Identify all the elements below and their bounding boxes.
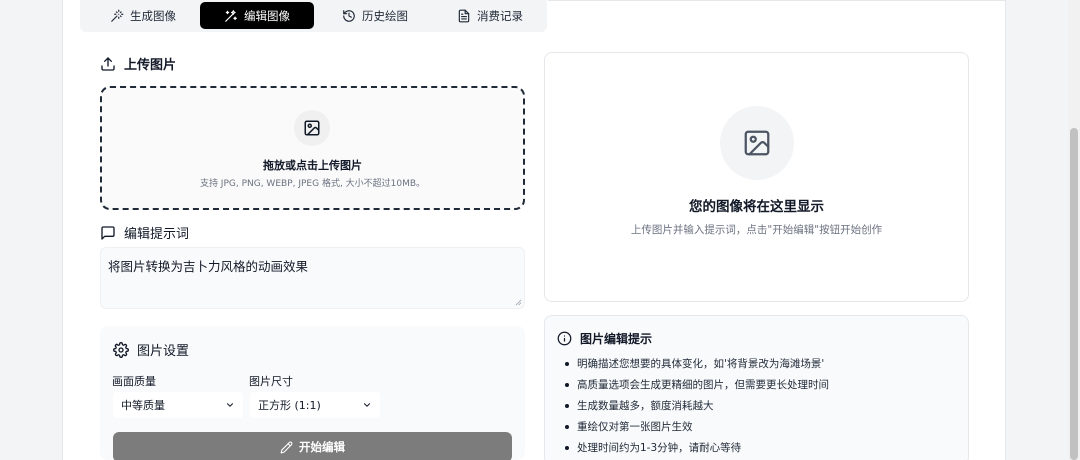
size-value: 正方形 (1:1): [258, 399, 321, 412]
bullet-icon: [565, 425, 569, 429]
tip-text: 高质量选项会生成更精细的图片，但需要更长处理时间: [577, 379, 829, 391]
chevron-down-icon: [363, 403, 371, 407]
prompt-textarea[interactable]: 将图片转换为吉卜力风格的动画效果: [100, 247, 525, 309]
bullet-icon: [565, 446, 569, 450]
bullet-icon: [565, 404, 569, 408]
dropzone-title: 拖放或点击上传图片: [263, 159, 362, 172]
upload-icon: [101, 56, 115, 71]
quality-select[interactable]: 中等质量: [113, 392, 243, 418]
result-preview-panel: 您的图像将在这里显示 上传图片并输入提示词，点击"开始编辑"按钮开始创作: [544, 52, 969, 302]
history-icon: [343, 9, 355, 22]
tab-label: 编辑图像: [244, 8, 290, 23]
bullet-icon: [565, 383, 569, 387]
top-divider: [548, 0, 1006, 1]
tab-consumption-records[interactable]: 消费记录: [435, 2, 545, 29]
pencil-icon: [280, 441, 293, 453]
info-icon: [557, 331, 572, 346]
settings-heading-text: 图片设置: [137, 344, 190, 359]
image-settings-panel: 图片设置 画面质量 中等质量 图片尺寸 正方形 (1:1) 开始编辑: [100, 326, 525, 460]
tips-heading-text: 图片编辑提示: [580, 332, 653, 346]
tab-label: 生成图像: [130, 8, 176, 23]
page-scrollbar[interactable]: [1068, 0, 1080, 460]
quality-label: 画面质量: [112, 375, 156, 388]
tip-text: 处理时间约为1-3分钟，请耐心等待: [577, 442, 742, 454]
chevron-down-icon: [226, 403, 234, 407]
tab-edit-image[interactable]: 编辑图像: [200, 2, 314, 29]
tips-list: 明确描述您想要的具体变化，如'将背景改为海滩场景' 高质量选项会生成更精细的图片…: [565, 357, 829, 460]
edit-tips-panel: 图片编辑提示 明确描述您想要的具体变化，如'将背景改为海滩场景' 高质量选项会生…: [544, 315, 969, 460]
list-item: 重绘仅对第一张图片生效: [565, 420, 829, 441]
prompt-heading-text: 编辑提示词: [124, 227, 190, 242]
list-item: 明确描述您想要的具体变化，如'将背景改为海滩场景': [565, 357, 829, 378]
mode-tabs: 生成图像 编辑图像 历史绘图 消费记录: [80, 0, 547, 32]
tip-text: 明确描述您想要的具体变化，如'将背景改为海滩场景': [577, 358, 825, 370]
size-label: 图片尺寸: [249, 375, 293, 388]
size-select[interactable]: 正方形 (1:1): [250, 392, 380, 418]
bullet-icon: [565, 362, 569, 366]
tab-generate-image[interactable]: 生成图像: [88, 2, 198, 29]
preview-subtitle: 上传图片并输入提示词，点击"开始编辑"按钮开始创作: [630, 224, 883, 236]
quality-value: 中等质量: [121, 399, 165, 412]
scrollbar-thumb[interactable]: [1070, 128, 1078, 460]
preview-title: 您的图像将在这里显示: [689, 199, 824, 215]
tips-heading: 图片编辑提示: [557, 330, 652, 347]
start-edit-label: 开始编辑: [299, 440, 345, 454]
tip-text: 生成数量越多，额度消耗越大: [577, 400, 714, 412]
settings-heading: 图片设置: [113, 340, 189, 359]
image-icon: [304, 120, 320, 136]
dropzone-hint: 支持 JPG, PNG, WEBP, JPEG 格式, 大小不超过10MB。: [199, 179, 426, 189]
tab-label: 历史绘图: [362, 8, 408, 23]
list-item: 生成数量越多，额度消耗越大: [565, 399, 829, 420]
prompt-heading: 编辑提示词: [100, 223, 189, 242]
resize-grip-icon[interactable]: [515, 299, 522, 306]
start-edit-button[interactable]: 开始编辑: [113, 432, 512, 460]
tip-text: 重绘仅对第一张图片生效: [577, 421, 693, 433]
list-item: 高质量选项会生成更精细的图片，但需要更长处理时间: [565, 378, 829, 399]
upload-heading: 上传图片: [100, 54, 176, 73]
list-item: 处理时间约为1-3分钟，请耐心等待: [565, 441, 829, 460]
upload-heading-text: 上传图片: [124, 58, 177, 73]
gear-icon: [113, 341, 129, 358]
image-placeholder-icon: [744, 130, 770, 156]
document-icon: [458, 9, 470, 22]
tab-label: 消费记录: [477, 8, 523, 23]
magic-wand-icon: [111, 9, 124, 22]
message-square-icon: [101, 225, 115, 240]
edit-wand-icon: [225, 9, 237, 22]
tab-history[interactable]: 历史绘图: [320, 2, 430, 29]
dropzone-icon-circle: [294, 110, 330, 146]
prompt-value: 将图片转换为吉卜力风格的动画效果: [108, 259, 309, 274]
image-dropzone[interactable]: 拖放或点击上传图片 支持 JPG, PNG, WEBP, JPEG 格式, 大小…: [100, 86, 525, 210]
preview-icon-circle: [720, 106, 794, 180]
